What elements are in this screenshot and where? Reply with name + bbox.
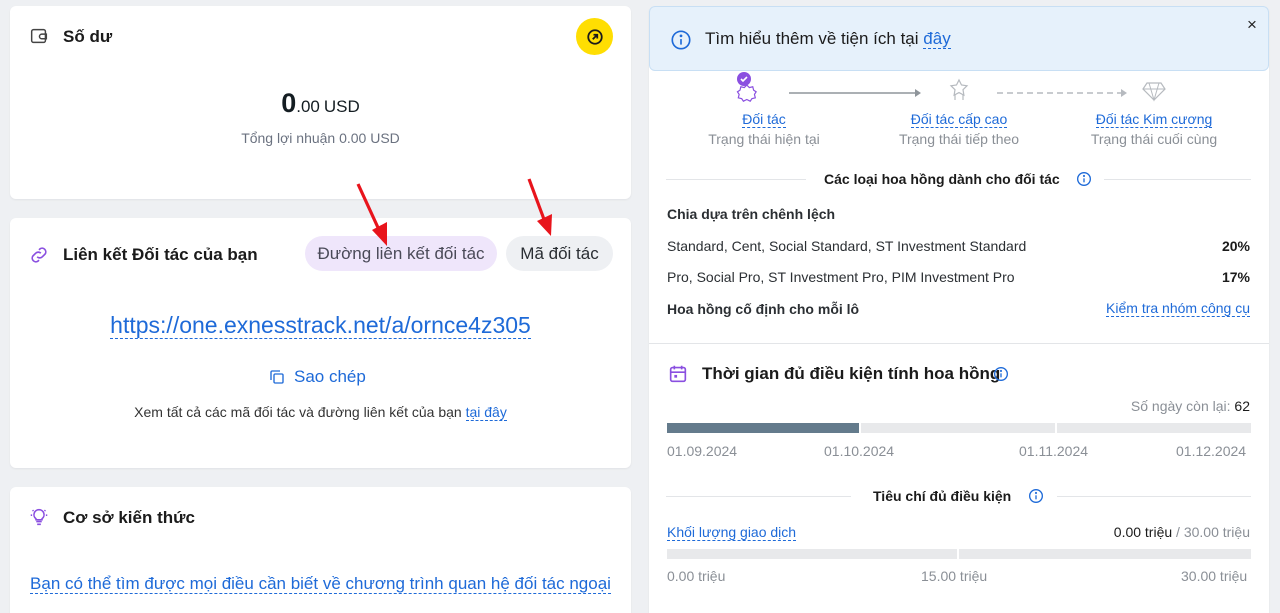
commission-row-value: 20% xyxy=(1221,238,1250,254)
tier-diamond-partner: Đối tác Kim cương Trạng thái cuối cùng xyxy=(1069,111,1239,147)
volume-scale-label: 15.00 triệu xyxy=(921,568,988,584)
trading-volume-link[interactable]: Khối lượng giao dịch xyxy=(667,524,797,541)
commission-row-label: Standard, Cent, Social Standard, ST Inve… xyxy=(667,238,1027,254)
knowledge-title: Cơ sở kiến thức xyxy=(63,508,195,527)
divider xyxy=(666,496,851,497)
divider xyxy=(649,343,1269,344)
volume-current: 0.00 triệu xyxy=(1113,524,1173,540)
tier-name[interactable]: Đối tác cấp cao xyxy=(910,111,1008,128)
divider xyxy=(666,179,806,180)
days-left-value: 62 xyxy=(1234,398,1250,414)
date-label: 01.09.2024 xyxy=(667,443,738,459)
info-icon[interactable] xyxy=(993,366,1009,382)
senior-partner-badge-icon xyxy=(949,78,969,100)
trading-volume-value: 0.00 triệu / 30.00 triệu xyxy=(1113,524,1250,540)
partner-badge-icon xyxy=(736,84,757,102)
check-instruments-link[interactable]: Kiểm tra nhóm công cụ xyxy=(1106,300,1250,317)
tier-name[interactable]: Đối tác xyxy=(742,111,786,128)
diamond-icon xyxy=(1142,82,1166,102)
divider xyxy=(1104,179,1251,180)
tier-status: Trạng thái cuối cùng xyxy=(1090,131,1218,147)
red-arrow-icon xyxy=(527,178,552,236)
volume-target: 30.00 triệu xyxy=(1183,524,1250,540)
fixed-commission-title: Hoa hồng cố định cho mỗi lô xyxy=(667,301,860,317)
lightbulb-icon xyxy=(30,508,48,526)
commission-row-value: 17% xyxy=(1221,269,1250,285)
knowledge-link-text[interactable]: Bạn có thể tìm được mọi điều cần biết về… xyxy=(30,574,611,594)
info-banner-label: Tìm hiểu thêm về tiện ích tại xyxy=(705,29,919,48)
spread-title: Chia dựa trên chênh lệch xyxy=(667,206,836,222)
days-left-label: Số ngày còn lại: xyxy=(1130,398,1231,414)
days-left: Số ngày còn lại: 62 xyxy=(1131,398,1250,414)
volume-scale-label: 0.00 triệu xyxy=(667,568,726,584)
knowledge-card: Cơ sở kiến thức Bạn có thể tìm được mọi … xyxy=(10,487,631,613)
date-label: 01.10.2024 xyxy=(824,443,895,459)
info-banner-text: Tìm hiểu thêm về tiện ích tại đây xyxy=(705,29,951,49)
date-label: 01.11.2024 xyxy=(1019,443,1089,459)
volume-segment-2 xyxy=(959,549,1251,559)
knowledge-link[interactable]: Bạn có thể tìm được mọi điều cần biết về… xyxy=(30,573,611,595)
info-icon[interactable] xyxy=(1076,171,1092,187)
tier-track xyxy=(736,72,1166,102)
info-banner-link[interactable]: đây xyxy=(923,29,951,49)
date-label: 01.12.2024 xyxy=(1176,443,1247,459)
info-icon[interactable] xyxy=(1028,488,1044,504)
volume-scale-label: 30.00 triệu xyxy=(1181,568,1248,584)
commission-row-label: Pro, Social Pro, ST Investment Pro, PIM … xyxy=(667,269,1015,285)
partner-status-panel: Tìm hiểu thêm về tiện ích tại đây × Đối … xyxy=(649,6,1269,613)
tier-status: Trạng thái tiếp theo xyxy=(898,131,1020,147)
period-segment-2 xyxy=(861,423,1055,433)
info-banner: Tìm hiểu thêm về tiện ích tại đây × xyxy=(649,6,1269,71)
tier-senior-partner: Đối tác cấp cao Trạng thái tiếp theo xyxy=(874,111,1044,147)
commission-title: Các loại hoa hồng dành cho đối tác xyxy=(824,171,1060,187)
volume-segment-1 xyxy=(667,549,957,559)
close-icon[interactable]: × xyxy=(1247,15,1257,35)
calendar-icon xyxy=(669,365,687,383)
tier-status: Trạng thái hiện tại xyxy=(708,131,820,147)
tier-partner: Đối tác Trạng thái hiện tại xyxy=(679,111,849,147)
divider xyxy=(1057,496,1251,497)
period-progress-fill xyxy=(667,423,859,433)
info-icon xyxy=(671,30,691,50)
period-segment-3 xyxy=(1057,423,1251,433)
red-arrow-icon xyxy=(356,183,387,246)
period-segment-1 xyxy=(667,423,859,433)
criteria-title: Tiêu chí đủ điều kiện xyxy=(873,488,1012,504)
period-title: Thời gian đủ điều kiện tính hoa hồng xyxy=(702,364,1001,383)
tier-name[interactable]: Đối tác Kim cương xyxy=(1095,111,1213,128)
